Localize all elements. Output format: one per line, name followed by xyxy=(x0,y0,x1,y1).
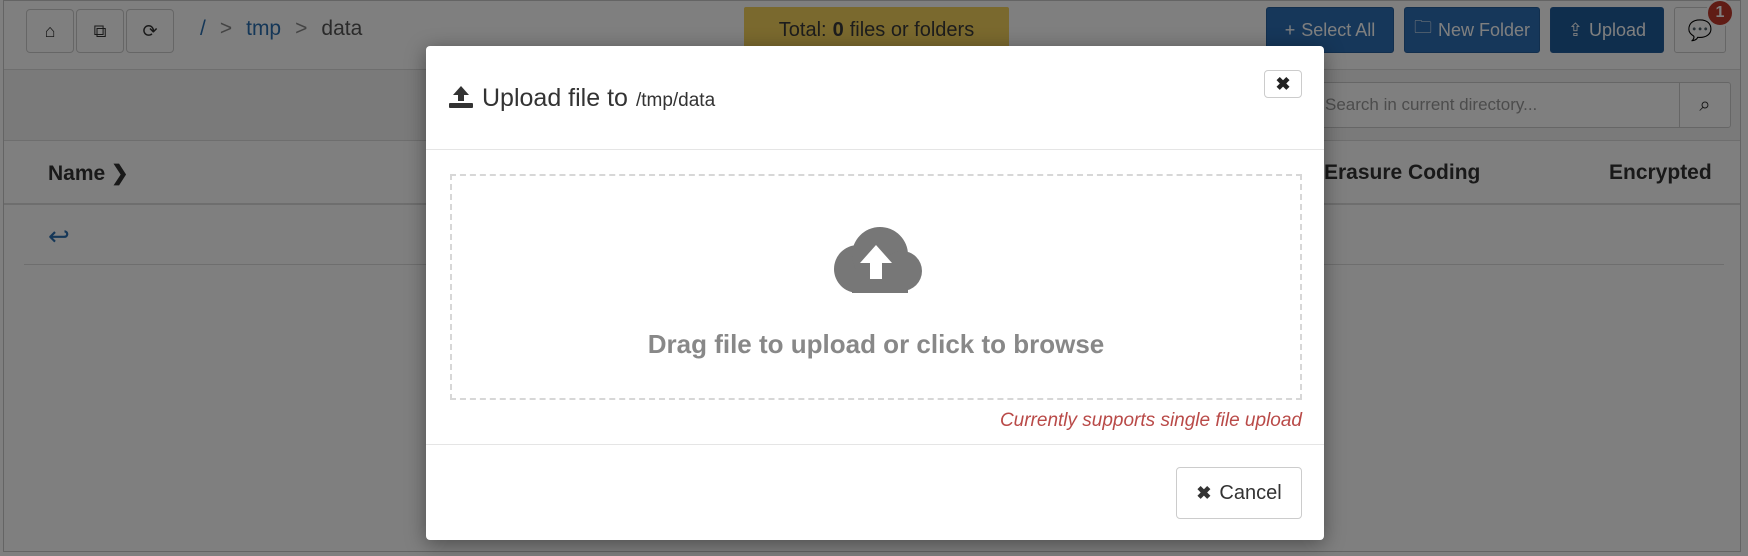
cloud-upload-icon xyxy=(834,226,922,293)
dropzone-text: Drag file to upload or click to browse xyxy=(647,328,1105,359)
close-icon: ✖ xyxy=(1275,73,1291,94)
modal-title-text: Upload file to xyxy=(482,84,628,112)
close-icon: ✖ xyxy=(1196,482,1212,503)
close-button[interactable]: ✖ xyxy=(1264,70,1302,98)
modal-title: Upload file to /tmp/data xyxy=(448,82,715,113)
cancel-button[interactable]: ✖ Cancel xyxy=(1176,467,1302,519)
modal-path: /tmp/data xyxy=(635,90,716,111)
modal-header: Upload file to /tmp/data ✖ xyxy=(426,46,1324,150)
upload-modal: Upload file to /tmp/data ✖ Drag file to … xyxy=(426,46,1324,540)
file-dropzone[interactable]: Drag file to upload or click to browse xyxy=(450,174,1302,400)
modal-footer: ✖ Cancel xyxy=(426,444,1324,540)
cancel-label: Cancel xyxy=(1219,481,1282,504)
upload-icon xyxy=(449,86,473,108)
upload-note: Currently supports single file upload xyxy=(999,410,1302,431)
